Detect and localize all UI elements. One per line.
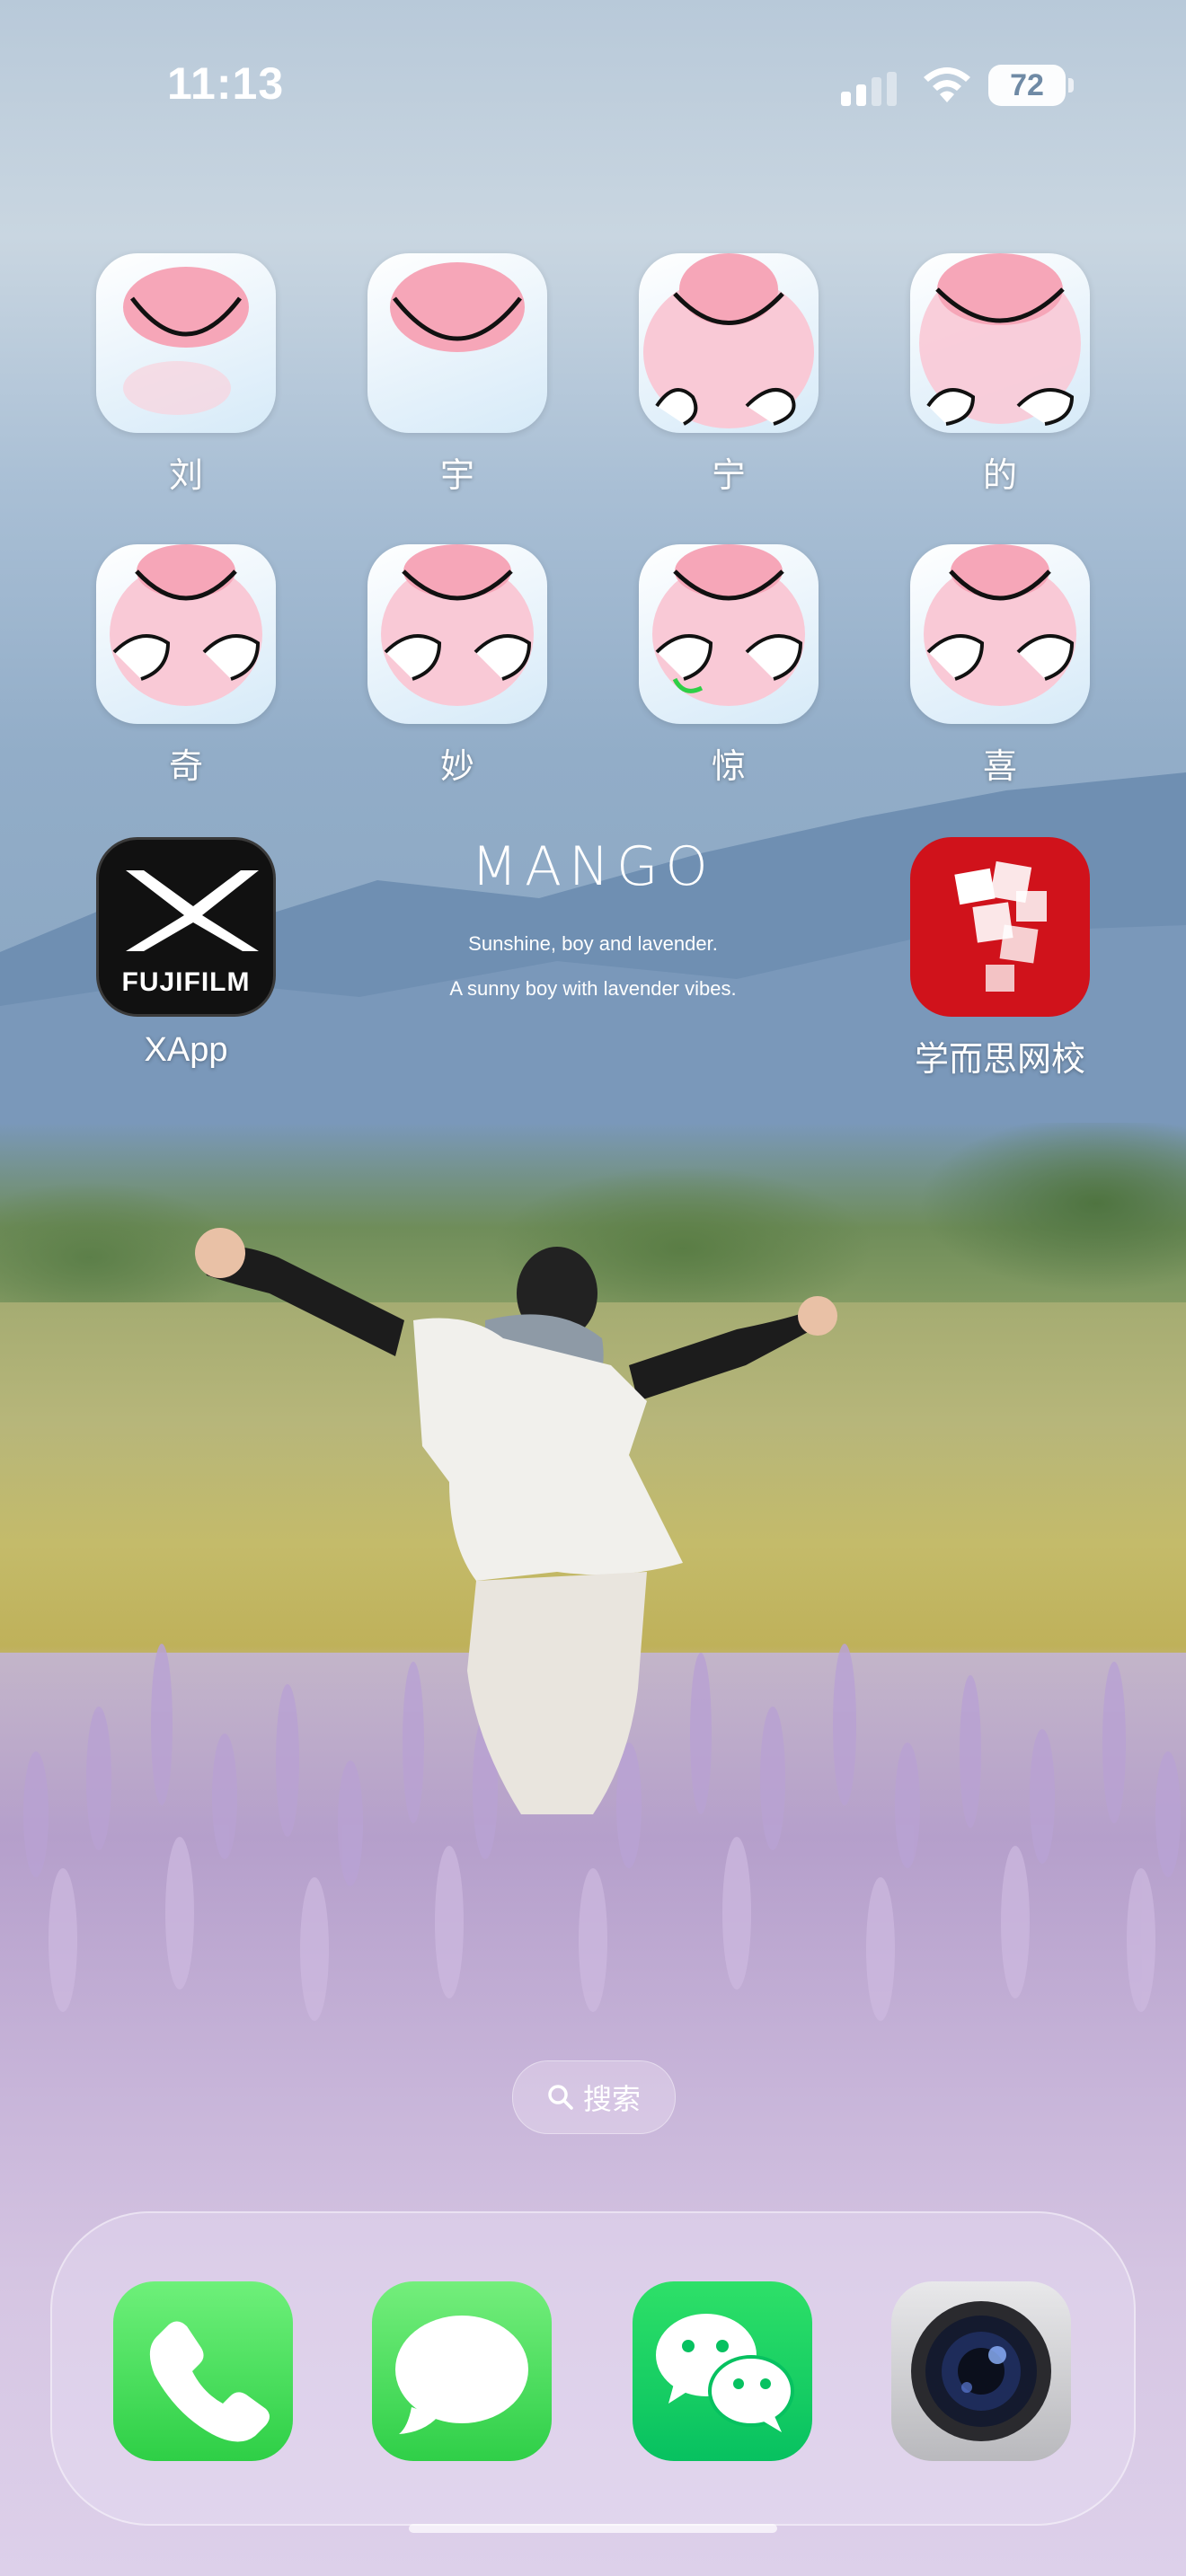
app-label: 奇 — [168, 748, 203, 786]
camera-app[interactable] — [891, 2281, 1071, 2461]
cute-character-icon — [96, 253, 276, 433]
fujifilm-x-icon: FUJIFILM — [96, 837, 276, 1017]
app-xapp[interactable]: FUJIFILM XApp — [92, 837, 280, 1070]
home-indicator[interactable] — [409, 2524, 777, 2533]
battery-cap — [1068, 78, 1074, 93]
widget-line-1: Sunshine, boy and lavender. — [468, 932, 718, 955]
app-label: 的 — [982, 457, 1017, 495]
camera-icon — [911, 2301, 1051, 2441]
widget-title: MANGO — [471, 835, 715, 898]
app-yu[interactable]: 宇 — [363, 253, 552, 497]
app-label: 喜 — [982, 748, 1017, 786]
battery-level: 72 — [1010, 68, 1044, 102]
messages-icon — [395, 2316, 528, 2434]
app-liu[interactable]: 刘 — [92, 253, 280, 497]
app-qi[interactable]: 奇 — [92, 544, 280, 788]
phone-icon — [149, 2321, 270, 2442]
spotlight-search-button[interactable]: 搜索 — [512, 2060, 676, 2134]
mango-widget[interactable]: MANGO Sunshine, boy and lavender. A sunn… — [395, 835, 791, 1069]
app-miao[interactable]: 妙 — [363, 544, 552, 788]
status-bar: 11:13 72 — [0, 0, 1186, 171]
app-jing[interactable]: 惊 — [634, 544, 823, 788]
search-icon — [548, 2085, 573, 2110]
x-mark-icon — [126, 870, 259, 951]
cute-character-icon — [96, 544, 276, 724]
cellular-signal-icon — [841, 72, 897, 106]
app-label: 惊 — [711, 748, 746, 786]
search-label: 搜索 — [582, 2083, 641, 2115]
app-label: XApp — [144, 1031, 228, 1069]
cute-character-icon — [910, 253, 1090, 433]
app-label: 刘 — [168, 457, 203, 495]
status-time: 11:13 — [167, 58, 285, 109]
app-label: 学而思网校 — [914, 1041, 1085, 1079]
cute-character-icon — [367, 544, 547, 724]
battery-icon: 72 — [988, 65, 1075, 106]
fujifilm-wordmark: FUJIFILM — [121, 967, 251, 997]
cute-character-icon — [639, 253, 819, 433]
wifi-icon — [924, 67, 970, 102]
app-ning[interactable]: 宁 — [634, 253, 823, 497]
phone-app[interactable] — [113, 2281, 293, 2461]
app-label: 妙 — [439, 748, 474, 786]
wechat-icon — [656, 2314, 794, 2432]
app-label: 宁 — [711, 457, 746, 495]
xueersi-icon — [910, 837, 1090, 1017]
cute-character-icon — [367, 253, 547, 433]
messages-app[interactable] — [372, 2281, 552, 2461]
app-xi[interactable]: 喜 — [906, 544, 1094, 788]
app-label: 宇 — [439, 457, 474, 495]
cute-character-icon — [910, 544, 1090, 724]
cute-character-icon — [639, 544, 819, 724]
wallpaper-person — [195, 1228, 837, 1814]
wechat-app[interactable] — [633, 2281, 812, 2461]
app-de[interactable]: 的 — [906, 253, 1094, 497]
widget-line-2: A sunny boy with lavender vibes. — [449, 977, 737, 1000]
app-xueersi[interactable]: 学而思网校 — [906, 837, 1094, 1081]
